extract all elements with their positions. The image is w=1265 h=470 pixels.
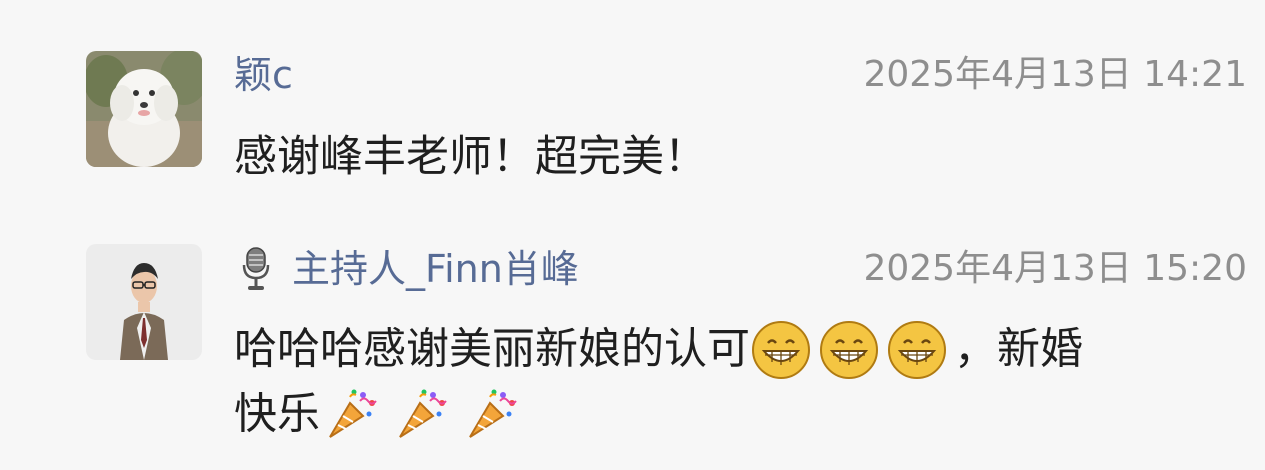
comment-content: 哈哈哈感谢美丽新娘的认可 ，新婚 快乐 [234,316,1253,445]
man-avatar-icon [86,244,202,360]
comment-header: 颖c 2025年4月13日 14:21 [234,51,1247,99]
avatar[interactable] [86,244,202,360]
comment-header: 主持人_Finn肖峰 2025年4月13日 15:20 [234,245,1247,293]
dog-avatar-icon [86,51,202,167]
grinning-face-icon [820,320,878,379]
party-popper-icon [469,389,517,438]
microphone-icon [234,245,278,293]
avatar[interactable] [86,51,202,167]
comment-text-suffix: ，新婚 [954,324,1083,375]
party-popper-icon [329,389,377,438]
comment-item: 主持人_Finn肖峰 2025年4月13日 15:20 哈哈哈感谢美丽新娘的认可 [0,230,1265,470]
party-popper-icon [399,389,447,438]
comment-text: 哈哈哈感谢美丽新娘的认可 [234,324,750,375]
comment-line: 哈哈哈感谢美丽新娘的认可 ，新婚 [234,316,1253,381]
username[interactable]: 主持人_Finn肖峰 [292,245,579,293]
timestamp: 2025年4月13日 15:20 [863,248,1247,289]
grinning-face-icon [888,320,946,379]
grinning-face-icon [752,320,810,379]
comment-text: 快乐 [234,389,320,439]
comment-item: 颖c 2025年4月13日 14:21 感谢峰丰老师！超完美！ [0,0,1265,230]
username[interactable]: 颖c [234,51,293,99]
comment-text: 感谢峰丰老师！超完美！ [234,132,707,182]
comment-content: 感谢峰丰老师！超完美！ [234,126,1253,188]
timestamp: 2025年4月13日 14:21 [863,54,1247,95]
comment-line: 快乐 [234,381,1253,446]
